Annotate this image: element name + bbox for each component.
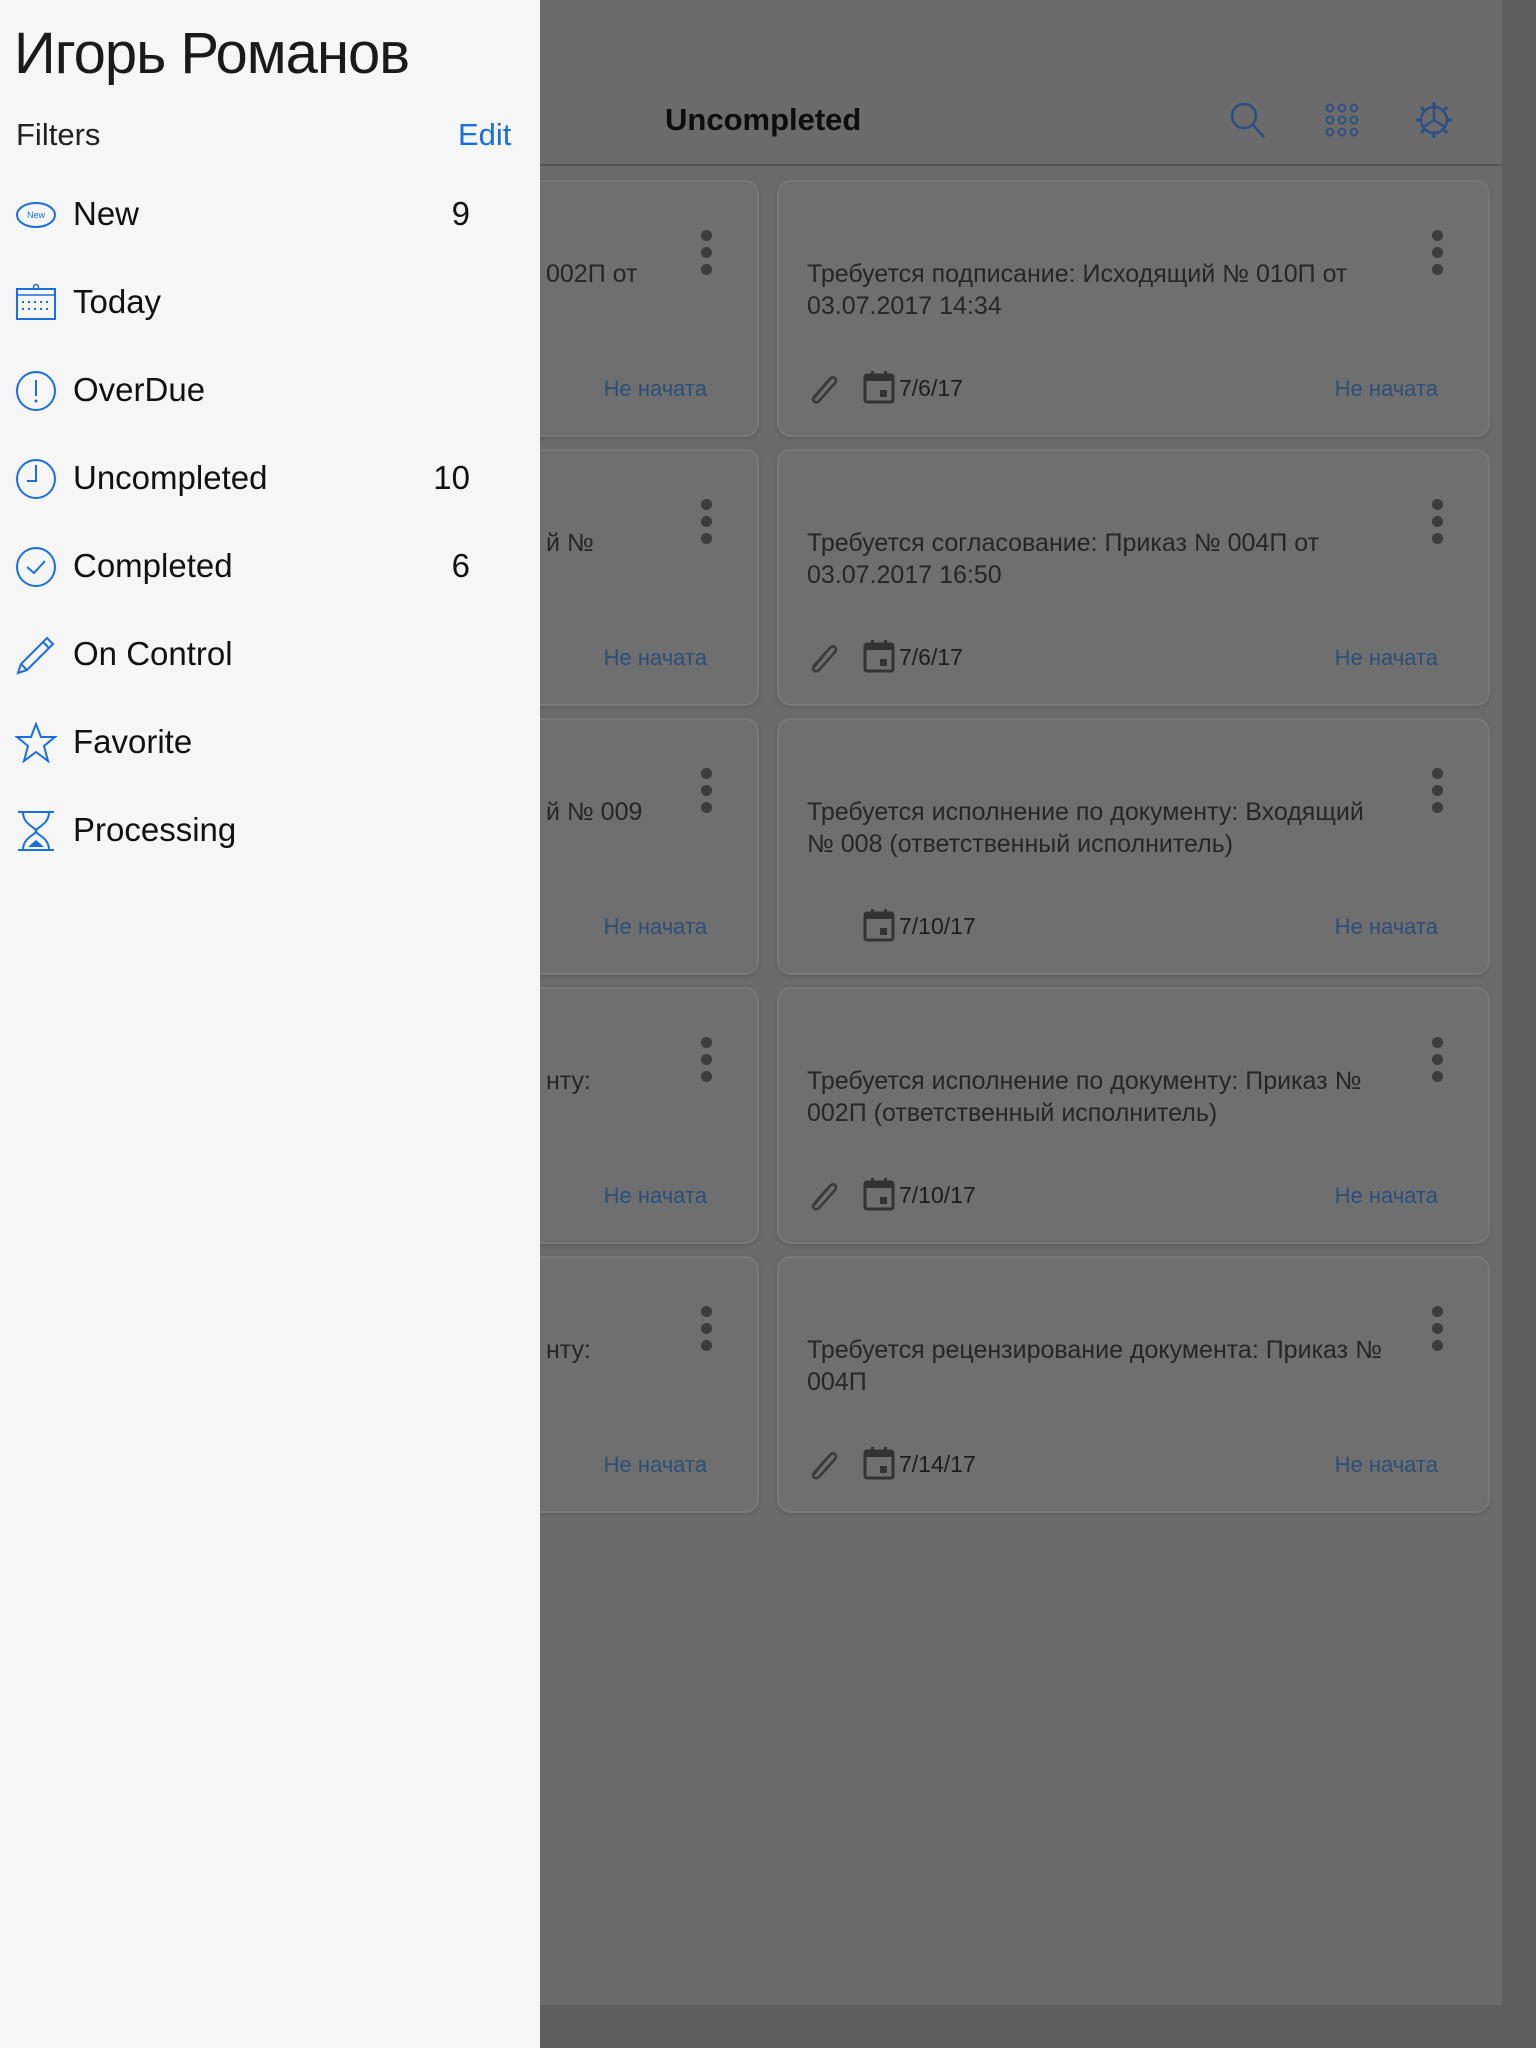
filter-item-new[interactable]: New New 9	[0, 174, 540, 254]
task-title: нту:	[546, 1336, 591, 1364]
filter-item-on-control[interactable]: On Control	[0, 614, 540, 694]
filter-label: New	[73, 195, 140, 232]
task-title: й № 009	[546, 798, 643, 826]
filter-label: Today	[73, 283, 162, 320]
filters-sidebar: Игорь Романов Filters Edit New New 9 Tod…	[0, 0, 540, 2048]
clock-icon	[14, 457, 58, 501]
filter-item-processing[interactable]: Processing	[0, 790, 540, 870]
filter-count: 9	[451, 195, 470, 232]
status-label: Не начата	[1334, 1183, 1438, 1208]
hourglass-icon	[14, 809, 58, 853]
star-icon	[14, 721, 58, 765]
filter-label: On Control	[73, 635, 233, 672]
due-date: 7/14/17	[899, 1451, 976, 1477]
task-title: й №	[546, 529, 594, 557]
status-label: Не начата	[603, 1452, 707, 1477]
calendar-icon	[14, 281, 58, 325]
new-badge-icon: New	[14, 193, 58, 237]
pencil-icon	[14, 633, 58, 677]
status-label: Не начата	[603, 376, 707, 401]
more-options-icon[interactable]	[1432, 1306, 1444, 1357]
search-icon[interactable]	[1228, 100, 1268, 140]
filter-count: 10	[433, 459, 470, 496]
filter-label: Processing	[73, 811, 237, 848]
more-options-icon[interactable]	[1432, 499, 1444, 550]
more-options-icon[interactable]	[701, 230, 713, 281]
more-options-icon[interactable]	[701, 499, 713, 550]
calendar-icon	[863, 370, 895, 409]
filter-item-uncompleted[interactable]: Uncompleted 10	[0, 438, 540, 518]
status-label: Не начата	[1334, 1452, 1438, 1477]
gear-icon[interactable]	[1414, 100, 1454, 140]
filter-label: Favorite	[73, 723, 193, 760]
task-title: Требуется исполнение по документу: Входя…	[807, 798, 1364, 858]
edit-filters-button[interactable]: Edit	[458, 117, 511, 153]
more-options-icon[interactable]	[1432, 1037, 1444, 1088]
more-options-icon[interactable]	[1432, 230, 1444, 281]
task-card[interactable]: Требуется исполнение по документу: Прика…	[777, 987, 1490, 1244]
task-title: 002П от	[546, 260, 638, 288]
svg-text:New: New	[27, 210, 46, 220]
more-options-icon[interactable]	[701, 768, 713, 819]
task-card[interactable]: Требуется рецензирование документа: Прик…	[777, 1256, 1490, 1513]
calendar-icon	[863, 639, 895, 678]
more-options-icon[interactable]	[701, 1306, 713, 1357]
paperclip-icon	[805, 639, 839, 678]
filters-heading: Filters	[16, 117, 101, 152]
task-card[interactable]: Требуется согласование: Приказ № 004П от…	[777, 449, 1490, 706]
task-card[interactable]: Требуется исполнение по документу: Входя…	[777, 718, 1490, 975]
paperclip-icon	[805, 1177, 839, 1216]
task-title: Требуется согласование: Приказ № 004П от…	[807, 529, 1320, 589]
check-circle-icon	[14, 545, 58, 589]
filter-item-favorite[interactable]: Favorite	[0, 702, 540, 782]
filter-count: 6	[451, 547, 470, 584]
grid-icon[interactable]	[1322, 100, 1362, 140]
filter-label: Completed	[73, 547, 233, 584]
task-title: Требуется подписание: Исходящий № 010П о…	[807, 260, 1348, 320]
more-options-icon[interactable]	[1432, 768, 1444, 819]
status-label: Не начата	[603, 645, 707, 670]
filter-label: Uncompleted	[73, 459, 268, 496]
status-label: Не начата	[603, 1183, 707, 1208]
status-label: Не начата	[1334, 645, 1438, 670]
user-name: Игорь Романов	[14, 21, 410, 86]
filter-label: OverDue	[73, 371, 206, 408]
paperclip-icon	[805, 1446, 839, 1485]
due-date: 7/6/17	[899, 644, 963, 670]
page-title: Uncompleted	[665, 102, 862, 137]
due-date: 7/6/17	[899, 375, 963, 401]
status-label: Не начата	[603, 914, 707, 939]
filter-item-today[interactable]: Today	[0, 262, 540, 342]
paperclip-icon	[805, 370, 839, 409]
task-title: Требуется исполнение по документу: Прика…	[807, 1067, 1362, 1127]
calendar-icon	[863, 1446, 895, 1485]
calendar-icon	[863, 1177, 895, 1216]
more-options-icon[interactable]	[701, 1037, 713, 1088]
status-label: Не начата	[1334, 376, 1438, 401]
filter-item-overdue[interactable]: OverDue	[0, 350, 540, 430]
calendar-icon	[863, 908, 895, 947]
due-date: 7/10/17	[899, 913, 976, 939]
header-divider	[540, 164, 1502, 166]
task-title: Требуется рецензирование документа: Прик…	[807, 1336, 1382, 1396]
status-label: Не начата	[1334, 914, 1438, 939]
filter-item-completed[interactable]: Completed 6	[0, 526, 540, 606]
task-title: нту:	[546, 1067, 591, 1095]
exclamation-circle-icon	[14, 369, 58, 413]
task-card[interactable]: Требуется подписание: Исходящий № 010П о…	[777, 180, 1490, 437]
due-date: 7/10/17	[899, 1182, 976, 1208]
